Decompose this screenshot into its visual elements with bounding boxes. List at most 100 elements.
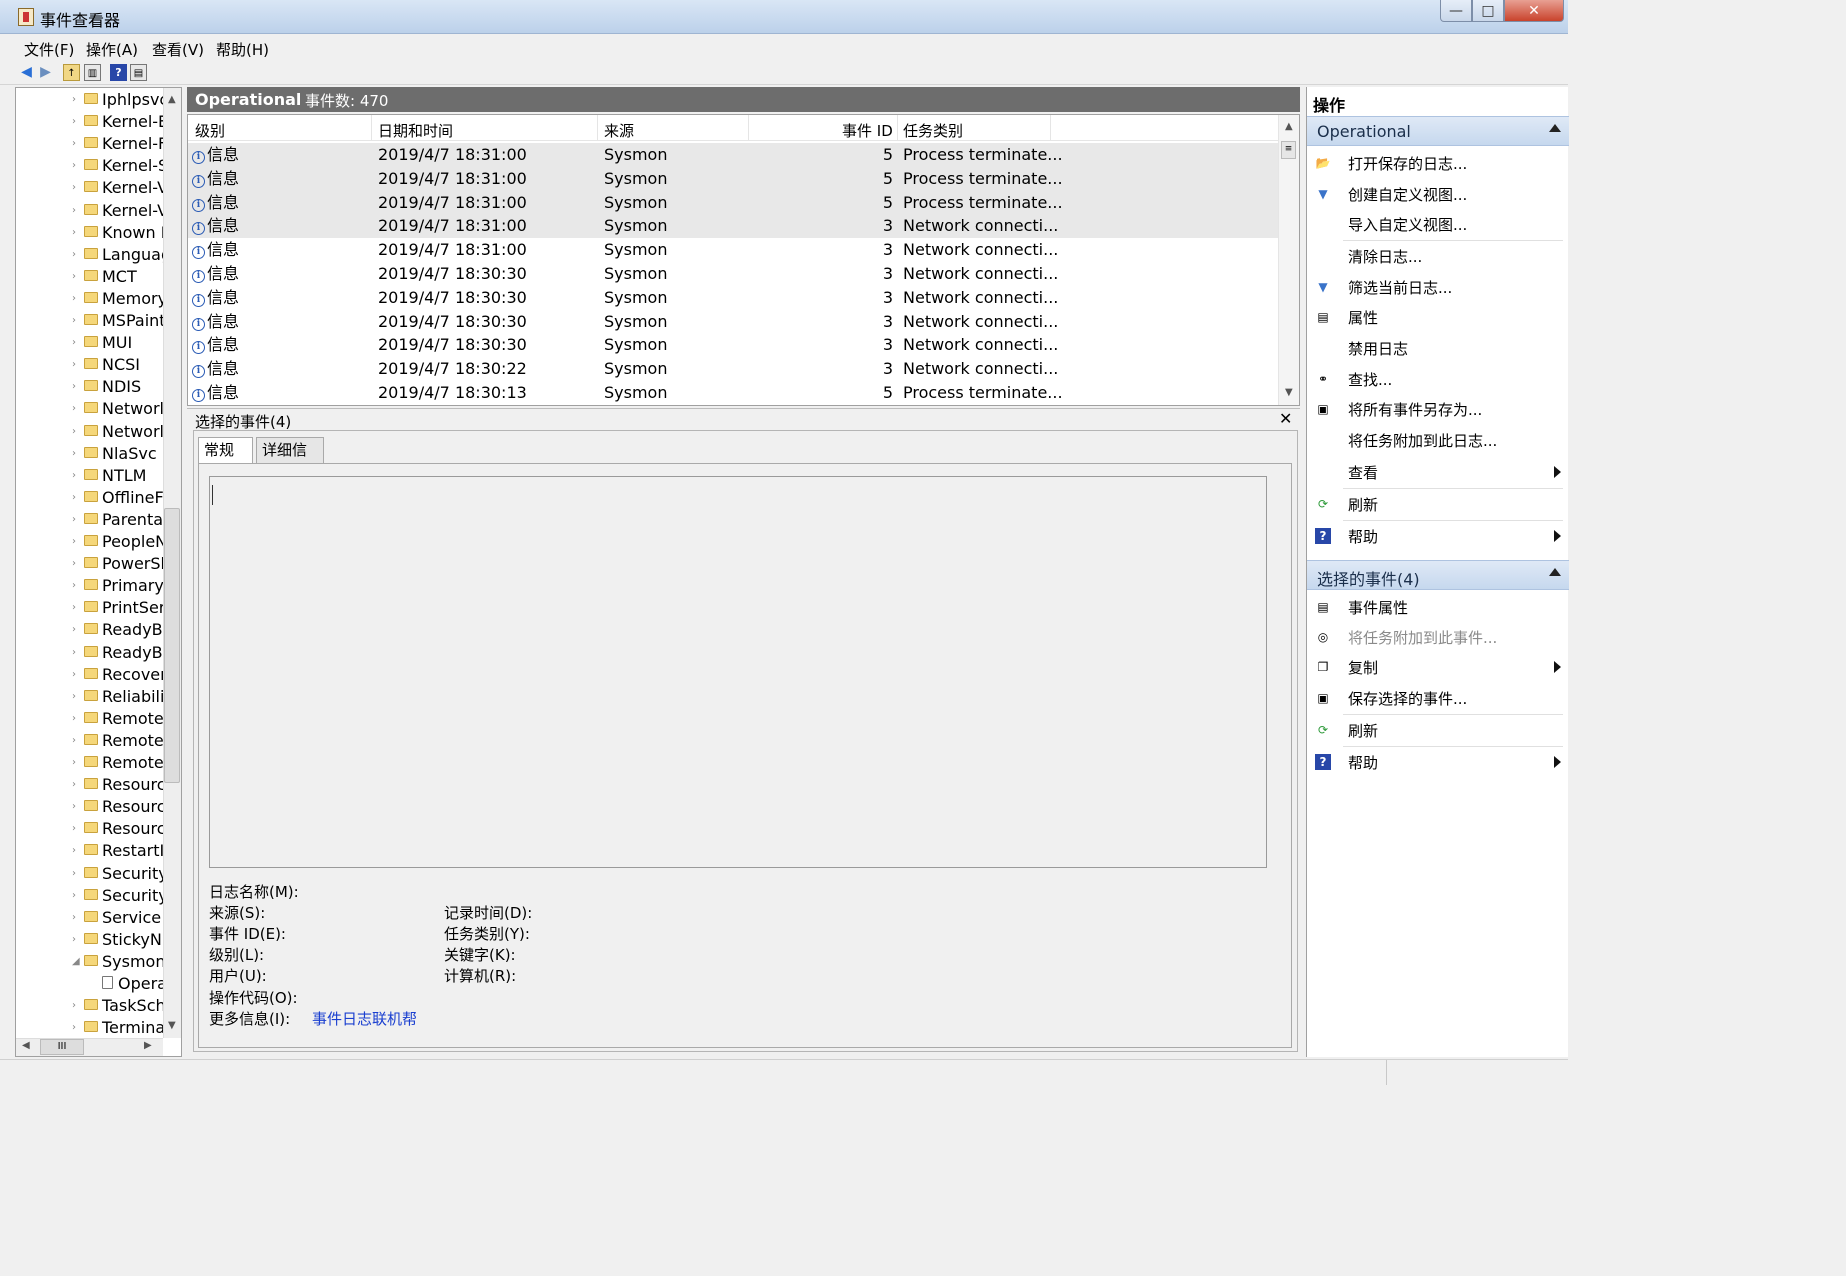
action-item[interactable]: ▤ 事件属性 <box>1307 592 1569 622</box>
event-row[interactable]: i 信息 2019/4/7 18:30:30 Sysmon Network connec… <box>188 333 1278 357</box>
action-item[interactable]: ? 帮助 <box>1307 747 1569 777</box>
event-list-scroll-thumb[interactable]: ≡ <box>1281 141 1296 159</box>
tree-item[interactable]: Opera <box>16 973 163 995</box>
action-item[interactable]: ▼ 筛选当前日志... <box>1307 272 1569 302</box>
action-item[interactable]: ⚭ 查找... <box>1307 364 1569 394</box>
tree-item[interactable]: › ReadyBo <box>16 619 163 641</box>
collapsed-arrow-icon[interactable]: › <box>72 509 76 531</box>
tree-item[interactable]: › Security <box>16 885 163 907</box>
collapsed-arrow-icon[interactable]: › <box>72 531 76 553</box>
collapsed-arrow-icon[interactable]: › <box>72 177 76 199</box>
tree-item[interactable]: › TaskSch <box>16 995 163 1017</box>
collapsed-arrow-icon[interactable]: › <box>72 619 76 641</box>
show-hide-action-pane-icon[interactable]: ▤ <box>130 64 147 81</box>
event-row[interactable]: i 信息 2019/4/7 18:31:00 Sysmon Network connec… <box>188 238 1278 262</box>
menu-file[interactable]: 文件(F) <box>24 39 74 60</box>
tree-item[interactable]: › Resourc <box>16 818 163 840</box>
event-row[interactable]: i 信息 2019/4/7 18:30:13 Sysmon Process termin… <box>188 381 1278 405</box>
action-item[interactable]: 📂 打开保存的日志... <box>1307 148 1569 178</box>
collapsed-arrow-icon[interactable]: › <box>72 664 76 686</box>
collapsed-arrow-icon[interactable]: › <box>72 863 76 885</box>
tree-item[interactable]: › MUI <box>16 332 163 354</box>
collapsed-arrow-icon[interactable]: › <box>72 885 76 907</box>
tree-item[interactable]: › Remote <box>16 730 163 752</box>
more-info-link[interactable]: 事件日志联机帮 <box>312 1008 417 1029</box>
tree-item[interactable]: › OfflineF <box>16 487 163 509</box>
action-item[interactable]: ◎ 将任务附加到此事件... <box>1307 622 1569 652</box>
collapsed-arrow-icon[interactable]: › <box>72 752 76 774</box>
action-item[interactable]: 查看 <box>1307 457 1569 487</box>
tree-item[interactable]: › Languag <box>16 244 163 266</box>
column-datetime[interactable]: 日期和时间 <box>378 120 453 141</box>
tree-item[interactable]: › PeopleN <box>16 531 163 553</box>
tree-item[interactable]: › Kernel-E <box>16 111 163 133</box>
show-hide-tree-icon[interactable]: ▥ <box>84 64 101 81</box>
tree-item[interactable]: › NCSI <box>16 354 163 376</box>
event-description-box[interactable] <box>209 476 1267 868</box>
tree-item[interactable]: › Networl <box>16 421 163 443</box>
tree-item[interactable]: › NTLM <box>16 465 163 487</box>
action-item[interactable]: 导入自定义视图... <box>1307 209 1569 239</box>
scroll-right-icon[interactable]: ▶ <box>144 1040 152 1051</box>
expanded-arrow-icon[interactable]: ◢ <box>72 951 80 973</box>
collapsed-arrow-icon[interactable]: › <box>72 575 76 597</box>
collapse-up-icon[interactable] <box>1549 124 1561 132</box>
section-selected-events[interactable]: 选择的事件(4) <box>1307 560 1569 590</box>
minimize-button[interactable]: — <box>1440 0 1472 22</box>
menu-view[interactable]: 查看(V) <box>152 39 204 60</box>
tree-item[interactable]: › Iphlpsvc <box>16 89 163 111</box>
maximize-button[interactable]: □ <box>1472 0 1504 22</box>
collapsed-arrow-icon[interactable]: › <box>72 443 76 465</box>
collapsed-arrow-icon[interactable]: › <box>72 708 76 730</box>
action-item[interactable]: ▣ 保存选择的事件... <box>1307 683 1569 713</box>
collapsed-arrow-icon[interactable]: › <box>72 465 76 487</box>
tree-item[interactable]: › Recover <box>16 664 163 686</box>
collapsed-arrow-icon[interactable]: › <box>72 133 76 155</box>
tree-item[interactable]: › Security <box>16 863 163 885</box>
event-row[interactable]: i 信息 2019/4/7 18:30:22 Sysmon Network connec… <box>188 357 1278 381</box>
event-row[interactable]: i 信息 2019/4/7 18:31:00 Sysmon Process termin… <box>188 143 1278 167</box>
action-item[interactable]: ? 帮助 <box>1307 521 1569 551</box>
collapsed-arrow-icon[interactable]: › <box>72 155 76 177</box>
action-item[interactable]: ▤ 属性 <box>1307 302 1569 332</box>
column-task-category[interactable]: 任务类别 <box>903 120 963 141</box>
tree-item[interactable]: › Reliabili <box>16 686 163 708</box>
scroll-up-icon[interactable]: ▲ <box>1285 121 1293 132</box>
close-button[interactable]: ✕ <box>1504 0 1564 22</box>
action-item[interactable]: ⟳ 刷新 <box>1307 715 1569 745</box>
collapsed-arrow-icon[interactable]: › <box>72 995 76 1017</box>
tree-item[interactable]: › ReadyBo <box>16 642 163 664</box>
collapsed-arrow-icon[interactable]: › <box>72 200 76 222</box>
tree-scroll-thumb[interactable] <box>164 508 180 783</box>
tree-hscroll-thumb[interactable]: III <box>40 1039 84 1055</box>
collapsed-arrow-icon[interactable]: › <box>72 840 76 862</box>
column-source[interactable]: 来源 <box>604 120 634 141</box>
menu-help[interactable]: 帮助(H) <box>216 39 269 60</box>
menu-action[interactable]: 操作(A) <box>86 39 138 60</box>
collapse-up-icon[interactable] <box>1549 568 1561 576</box>
tree-item[interactable]: › Known F <box>16 222 163 244</box>
tree-item[interactable]: › Kernel-V <box>16 200 163 222</box>
collapsed-arrow-icon[interactable]: › <box>72 597 76 619</box>
collapsed-arrow-icon[interactable]: › <box>72 398 76 420</box>
tree-item[interactable]: › NlaSvc <box>16 443 163 465</box>
collapsed-arrow-icon[interactable]: › <box>72 796 76 818</box>
tree-item[interactable]: › Resourc <box>16 796 163 818</box>
scroll-down-icon[interactable]: ▼ <box>168 1020 176 1031</box>
collapsed-arrow-icon[interactable]: › <box>72 421 76 443</box>
collapsed-arrow-icon[interactable]: › <box>72 89 76 111</box>
tree-item[interactable]: › Termina <box>16 1017 163 1039</box>
collapsed-arrow-icon[interactable]: › <box>72 310 76 332</box>
tree-item[interactable]: › Remote <box>16 708 163 730</box>
collapsed-arrow-icon[interactable]: › <box>72 354 76 376</box>
column-event-id[interactable]: 事件 ID <box>842 120 893 141</box>
scroll-left-icon[interactable]: ◀ <box>22 1040 30 1051</box>
tree-item[interactable]: › MCT <box>16 266 163 288</box>
forward-icon[interactable]: ▶ <box>37 64 54 81</box>
collapsed-arrow-icon[interactable]: › <box>72 376 76 398</box>
help-icon[interactable]: ? <box>110 64 127 81</box>
scroll-up-icon[interactable]: ▲ <box>168 94 176 105</box>
tree-horizontal-scrollbar[interactable]: ◀ III ▶ <box>16 1038 163 1056</box>
event-row[interactable]: i 信息 2019/4/7 18:30:30 Sysmon Network connec… <box>188 262 1278 286</box>
collapsed-arrow-icon[interactable]: › <box>72 818 76 840</box>
